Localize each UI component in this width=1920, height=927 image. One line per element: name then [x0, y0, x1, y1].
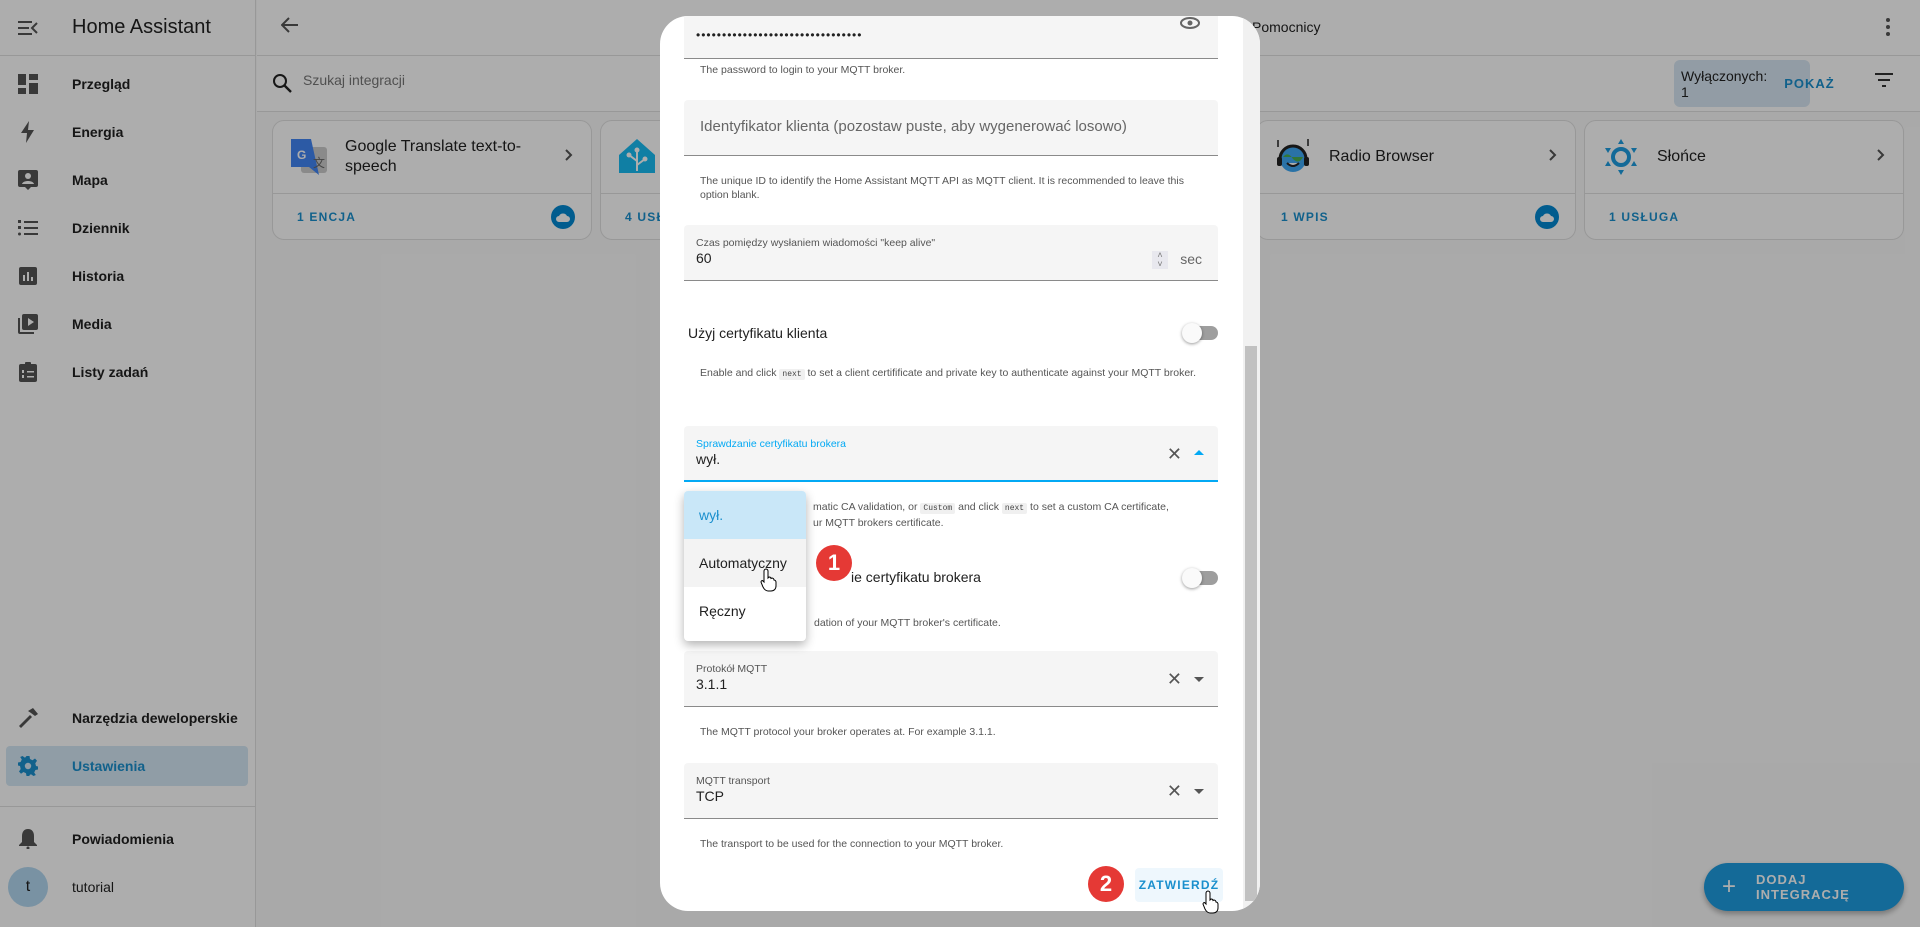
clear-icon[interactable]: ✕ — [1167, 669, 1182, 690]
transport-select[interactable]: MQTT transport TCP ✕ — [684, 763, 1218, 819]
caret-down-icon[interactable] — [1194, 677, 1204, 682]
keepalive-field[interactable]: Czas pomiędzy wysłaniem wiadomości "keep… — [684, 225, 1218, 281]
dialog-scrollbar[interactable] — [1243, 16, 1260, 911]
client-cert-label: Użyj certyfikatu klienta — [688, 325, 828, 341]
step-badge-2: 2 — [1088, 866, 1124, 902]
dropdown-option-off[interactable]: wył. — [684, 491, 806, 539]
caret-up-icon[interactable] — [1194, 450, 1204, 455]
eye-icon[interactable] — [1180, 16, 1200, 34]
protocol-select[interactable]: Protokół MQTT 3.1.1 ✕ — [684, 651, 1218, 707]
ignore-cert-toggle[interactable] — [1182, 568, 1218, 588]
clear-icon[interactable]: ✕ — [1167, 444, 1182, 465]
transport-help: The transport to be used for the connect… — [700, 838, 1004, 850]
clear-icon[interactable]: ✕ — [1167, 781, 1182, 802]
client-cert-toggle[interactable] — [1182, 323, 1218, 343]
hand-cursor-icon — [760, 568, 778, 597]
number-spinner[interactable]: ˄ ˅ — [1152, 251, 1168, 269]
ignore-cert-help: dation of your MQTT broker's certificate… — [814, 617, 1001, 629]
keepalive-unit: sec — [1180, 251, 1202, 267]
client-id-field[interactable]: Identyfikator klienta (pozostaw puste, a… — [684, 100, 1218, 156]
password-help: The password to login to your MQTT broke… — [700, 64, 906, 76]
client-id-help: The unique ID to identify the Home Assis… — [700, 175, 1184, 201]
dropdown-option-automatic[interactable]: Automatyczny — [684, 539, 806, 587]
ignore-cert-label: ie certyfikatu brokera — [851, 569, 981, 585]
broker-cert-dropdown: wył. Automatyczny Ręczny — [684, 491, 806, 641]
dropdown-option-manual[interactable]: Ręczny — [684, 587, 806, 635]
protocol-help: The MQTT protocol your broker operates a… — [700, 726, 996, 738]
client-cert-help: Enable and click next to set a client ce… — [700, 367, 1197, 380]
caret-down-icon[interactable] — [1194, 789, 1204, 794]
broker-cert-select[interactable]: Sprawdzanie certyfikatu brokera wył. ✕ — [684, 426, 1218, 482]
mqtt-options-dialog: •••••••••••••••••••••••••••••••• The pas… — [660, 16, 1260, 911]
step-badge-1: 1 — [816, 545, 852, 581]
hand-cursor-icon — [1202, 890, 1220, 919]
password-field[interactable]: •••••••••••••••••••••••••••••••• — [684, 16, 1218, 59]
